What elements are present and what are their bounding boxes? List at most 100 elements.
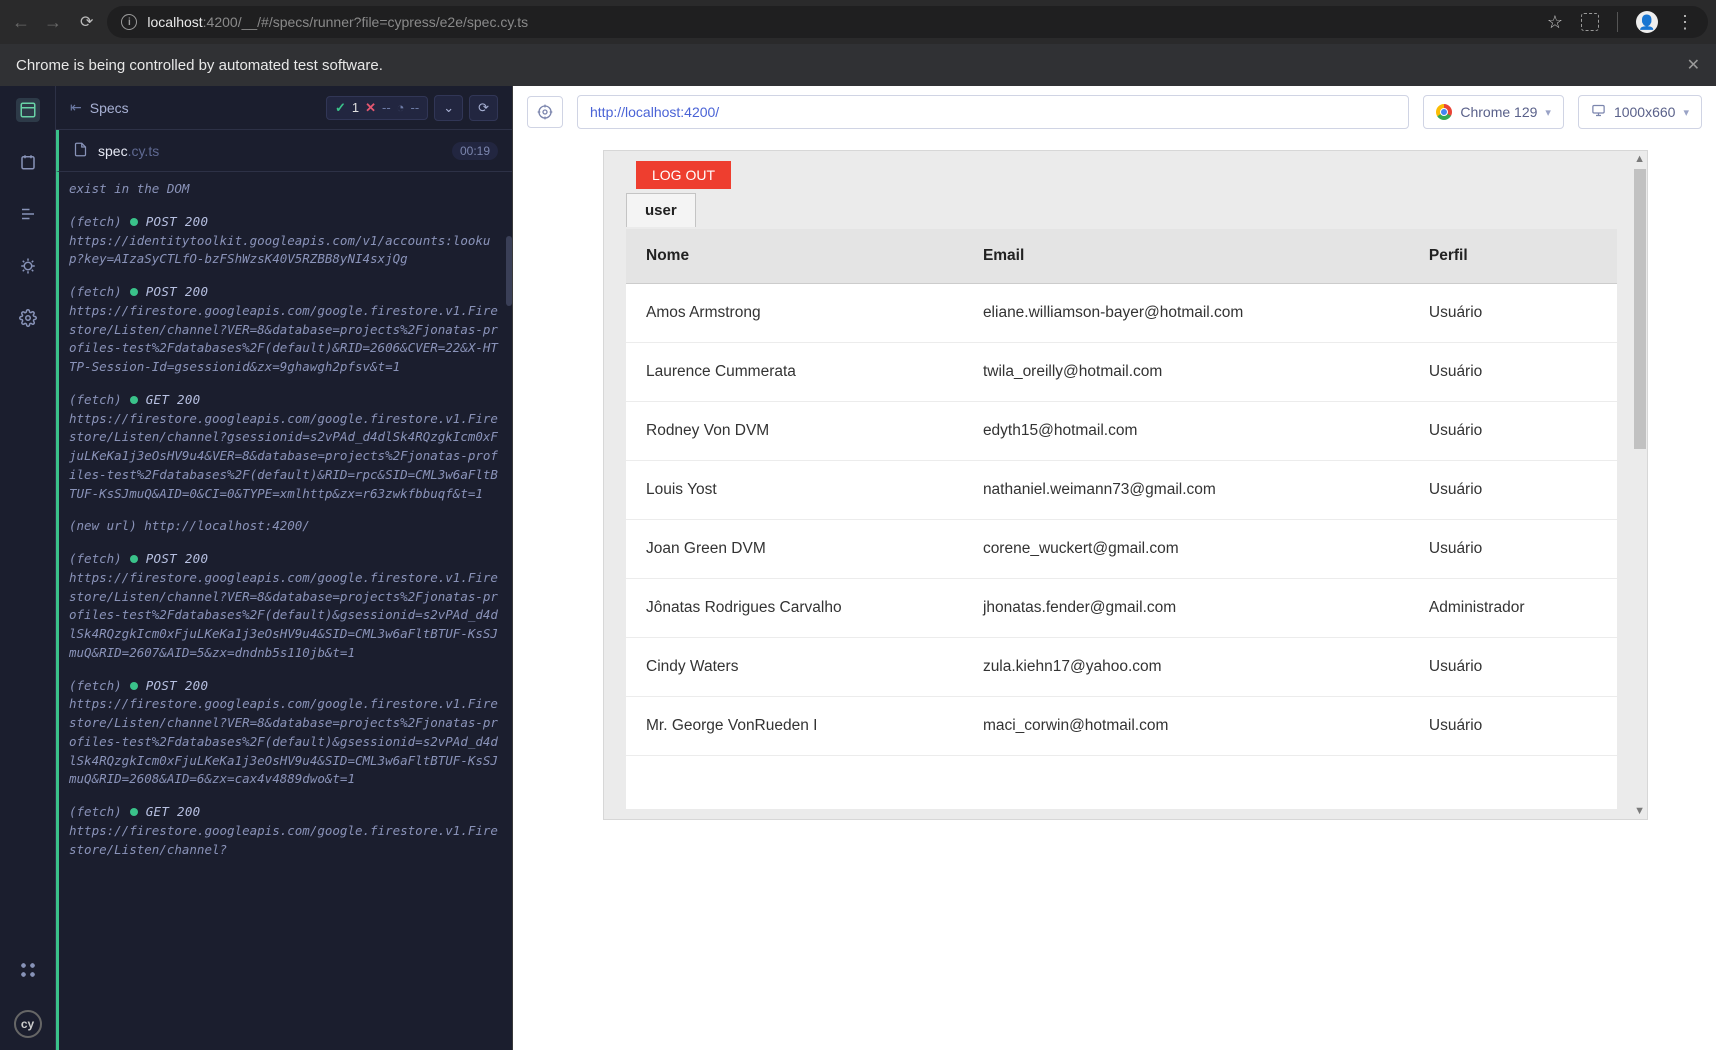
col-header-nome[interactable]: Nome bbox=[626, 229, 963, 284]
aut-scrollbar-thumb[interactable] bbox=[1634, 169, 1646, 449]
spec-filename: spec.cy.ts bbox=[98, 143, 159, 159]
spec-duration: 00:19 bbox=[452, 142, 498, 160]
viewport-selector[interactable]: 1000x660 ▾ bbox=[1578, 95, 1702, 129]
reload-icon[interactable]: ⟳ bbox=[80, 12, 93, 32]
table-row[interactable]: Laurence Cummeratatwila_oreilly@hotmail.… bbox=[626, 343, 1617, 402]
cypress-logo-icon[interactable]: cy bbox=[14, 1010, 42, 1038]
rerun-icon[interactable]: ⟳ bbox=[469, 95, 498, 121]
log-method: POST 200 bbox=[146, 550, 209, 569]
col-header-perfil[interactable]: Perfil bbox=[1409, 229, 1617, 284]
log-url: https://firestore.googleapis.com/google.… bbox=[69, 410, 502, 504]
log-head: (fetch) GET 200 bbox=[69, 803, 502, 822]
chevron-down-icon[interactable]: ⌄ bbox=[434, 95, 463, 121]
rail-debug-icon[interactable] bbox=[16, 202, 40, 226]
table-row[interactable]: Joan Green DVMcorene_wuckert@gmail.comUs… bbox=[626, 520, 1617, 579]
log-method: GET 200 bbox=[146, 803, 201, 822]
cell-email: corene_wuckert@gmail.com bbox=[963, 520, 1409, 579]
url-host: localhost bbox=[147, 14, 202, 30]
log-method: POST 200 bbox=[146, 677, 209, 696]
rail-specs-icon[interactable] bbox=[16, 98, 40, 122]
table-row[interactable]: Mr. George VonRueden Imaci_corwin@hotmai… bbox=[626, 697, 1617, 756]
scroll-down-icon[interactable]: ▼ bbox=[1634, 805, 1645, 817]
rail-settings-icon[interactable] bbox=[16, 306, 40, 330]
logout-button[interactable]: LOG OUT bbox=[636, 161, 731, 189]
url-text: localhost:4200/__/#/specs/runner?file=cy… bbox=[147, 14, 528, 30]
log-url: https://firestore.googleapis.com/google.… bbox=[69, 822, 502, 860]
browser-label: Chrome 129 bbox=[1460, 104, 1537, 120]
divider bbox=[1617, 12, 1618, 32]
cell-email: nathaniel.weimann73@gmail.com bbox=[963, 461, 1409, 520]
cell-perfil: Usuário bbox=[1409, 638, 1617, 697]
scrollbar-thumb[interactable] bbox=[506, 236, 512, 306]
browser-menu-icon[interactable]: ⋮ bbox=[1676, 12, 1694, 33]
close-icon[interactable]: ✕ bbox=[1687, 55, 1700, 75]
chevron-down-icon: ▾ bbox=[1683, 106, 1689, 119]
log-tag: (fetch) bbox=[69, 803, 122, 822]
browser-chrome-bar: ← → ⟳ i localhost:4200/__/#/specs/runner… bbox=[0, 0, 1716, 44]
log-entry[interactable]: (fetch)POST 200https://firestore.googlea… bbox=[69, 283, 502, 377]
log-text: (new url) http://localhost:4200/ bbox=[69, 517, 502, 536]
nav-back-icon[interactable]: ← bbox=[12, 12, 30, 33]
bookmark-star-icon[interactable]: ☆ bbox=[1547, 12, 1563, 33]
status-dot-icon bbox=[130, 555, 138, 563]
command-log[interactable]: exist in the DOM (fetch)POST 200https://i… bbox=[56, 172, 512, 1050]
profile-avatar-icon[interactable]: 👤 bbox=[1636, 11, 1658, 33]
log-tag: (fetch) bbox=[69, 391, 122, 410]
log-tag: (fetch) bbox=[69, 550, 122, 569]
cell-email: twila_oreilly@hotmail.com bbox=[963, 343, 1409, 402]
table-row[interactable]: Jônatas Rodrigues Carvalhojhonatas.fende… bbox=[626, 579, 1617, 638]
col-header-email[interactable]: Email bbox=[963, 229, 1409, 284]
pass-count: 1 bbox=[352, 100, 359, 115]
cell-perfil: Usuário bbox=[1409, 343, 1617, 402]
specs-breadcrumb[interactable]: ⇤ Specs bbox=[70, 99, 129, 116]
tab-user[interactable]: user bbox=[626, 193, 696, 227]
aut-frame: ▲ ▼ LOG OUT user Nome Email Perfil bbox=[603, 150, 1648, 820]
fail-x-icon: ✕ bbox=[365, 100, 376, 116]
status-dot-icon bbox=[130, 808, 138, 816]
log-head: (fetch)POST 200 bbox=[69, 677, 502, 696]
rail-runs-icon[interactable] bbox=[16, 150, 40, 174]
log-entry[interactable]: (fetch)POST 200https://firestore.googlea… bbox=[69, 550, 502, 663]
log-entry[interactable]: (fetch)POST 200https://firestore.googlea… bbox=[69, 677, 502, 790]
status-dot-icon bbox=[130, 682, 138, 690]
log-method: POST 200 bbox=[146, 283, 209, 302]
test-stats: ✓ 1 ✕ -- ◔ -- ⌄ ⟳ bbox=[326, 95, 498, 121]
app-root: cy ⇤ Specs ✓ 1 ✕ -- ◔ -- ⌄ ⟳ bbox=[0, 86, 1716, 1050]
log-entry[interactable]: (fetch)POST 200https://identitytoolkit.g… bbox=[69, 213, 502, 269]
log-tag: (fetch) bbox=[69, 283, 122, 302]
browser-selector[interactable]: Chrome 129 ▾ bbox=[1423, 95, 1564, 129]
selector-playground-button[interactable] bbox=[527, 96, 563, 128]
table-row[interactable]: Louis Yostnathaniel.weimann73@gmail.comU… bbox=[626, 461, 1617, 520]
users-table: Nome Email Perfil Amos Armstrongeliane.w… bbox=[626, 229, 1617, 756]
viewport-icon bbox=[1591, 103, 1606, 121]
chevron-down-icon: ▾ bbox=[1545, 106, 1551, 119]
spec-file-row[interactable]: spec.cy.ts 00:19 bbox=[56, 130, 512, 172]
site-info-icon[interactable]: i bbox=[121, 14, 137, 30]
cell-email: maci_corwin@hotmail.com bbox=[963, 697, 1409, 756]
log-entry[interactable]: exist in the DOM bbox=[69, 180, 502, 199]
log-tag: (fetch) bbox=[69, 213, 122, 232]
table-row[interactable]: Cindy Waterszula.kiehn17@yahoo.comUsuári… bbox=[626, 638, 1617, 697]
cell-nome: Joan Green DVM bbox=[626, 520, 963, 579]
scroll-up-icon[interactable]: ▲ bbox=[1634, 153, 1645, 165]
nav-forward-icon[interactable]: → bbox=[44, 12, 62, 33]
log-head: (fetch) POST 200 bbox=[69, 550, 502, 569]
cell-email: edyth15@hotmail.com bbox=[963, 402, 1409, 461]
cell-email: eliane.williamson-bayer@hotmail.com bbox=[963, 284, 1409, 343]
table-row[interactable]: Rodney Von DVMedyth15@hotmail.comUsuário bbox=[626, 402, 1617, 461]
user-panel: Nome Email Perfil Amos Armstrongeliane.w… bbox=[626, 229, 1617, 809]
log-entry[interactable]: (fetch) GET 200https://firestore.googleap… bbox=[69, 803, 502, 859]
aut-url-bar[interactable]: http://localhost:4200/ bbox=[577, 95, 1409, 129]
url-bar[interactable]: i localhost:4200/__/#/specs/runner?file=… bbox=[107, 6, 1708, 38]
cell-nome: Louis Yost bbox=[626, 461, 963, 520]
spec-ext: .cy.ts bbox=[128, 143, 160, 159]
log-entry[interactable]: (new url) http://localhost:4200/ bbox=[69, 517, 502, 536]
log-entry[interactable]: (fetch)GET 200https://firestore.googleap… bbox=[69, 391, 502, 504]
viewport-label: 1000x660 bbox=[1614, 104, 1676, 120]
extensions-icon[interactable] bbox=[1581, 13, 1599, 31]
table-row[interactable]: Amos Armstrongeliane.williamson-bayer@ho… bbox=[626, 284, 1617, 343]
aut-url: http://localhost:4200/ bbox=[590, 104, 719, 120]
rail-bug-icon[interactable] bbox=[16, 254, 40, 278]
rail-keyboard-icon[interactable] bbox=[16, 958, 40, 982]
pending-circle-icon: ◔ bbox=[397, 100, 405, 115]
